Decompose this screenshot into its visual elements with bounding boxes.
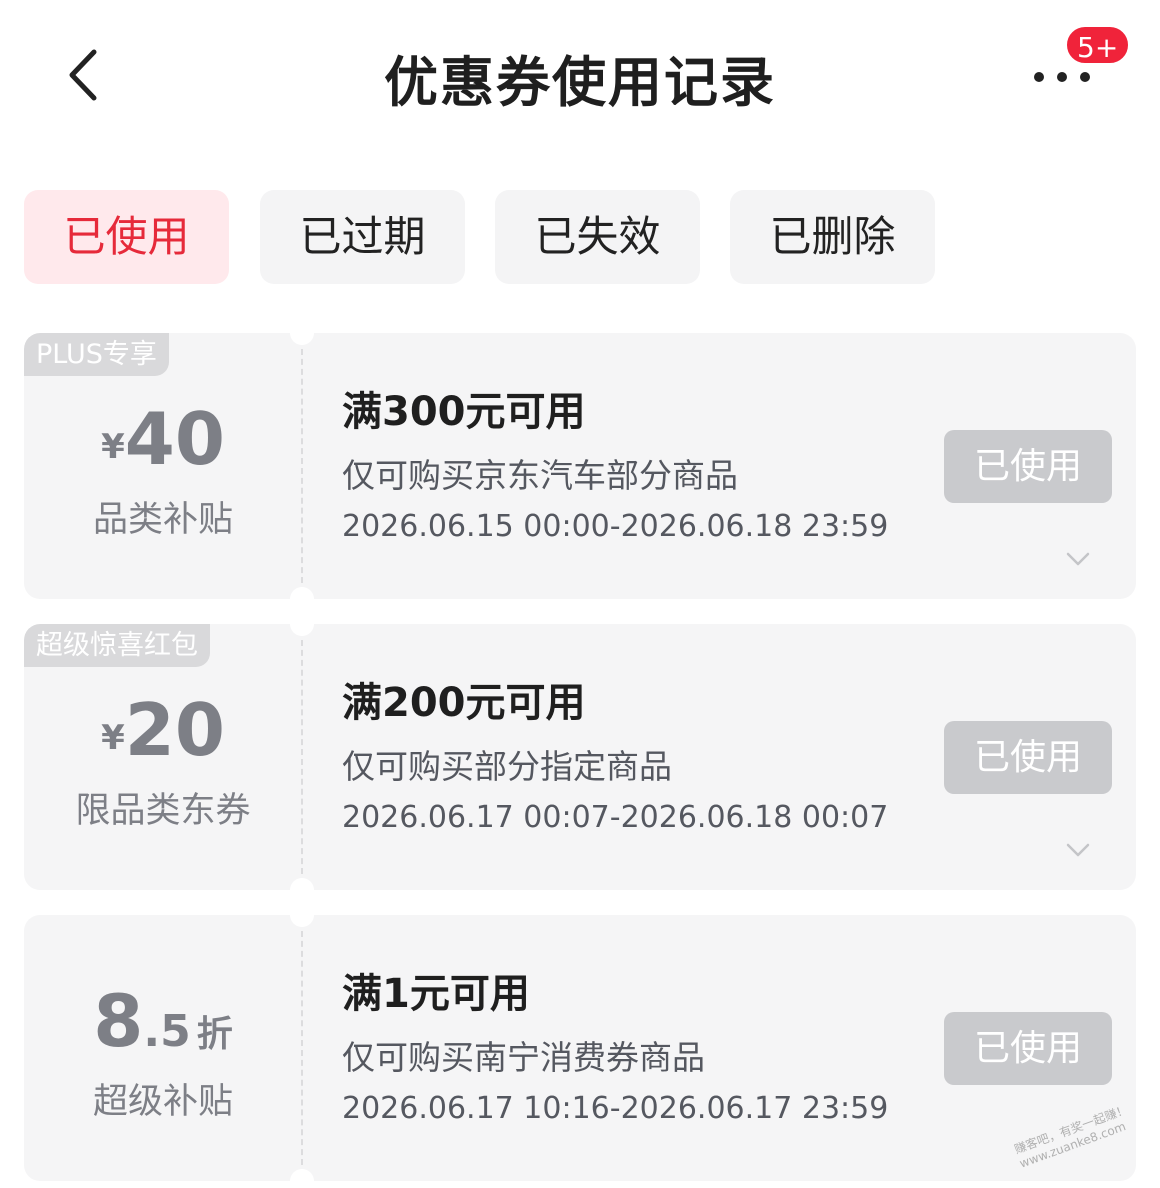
coupon-condition: 满300元可用 <box>342 389 586 435</box>
notch <box>290 624 314 636</box>
coupon-scope: 仅可购买部分指定商品 <box>342 747 672 786</box>
more-dots-icon <box>1034 72 1044 82</box>
coupon-amount: ¥40 <box>24 397 302 481</box>
tab-used[interactable]: 已使用 <box>24 190 229 284</box>
tab-deleted[interactable]: 已删除 <box>730 190 935 284</box>
notch <box>290 1169 314 1181</box>
notification-badge: 5+ <box>1064 24 1132 66</box>
amount-value: 8 <box>93 979 144 1063</box>
used-status-button: 已使用 <box>944 430 1112 503</box>
used-status-button: 已使用 <box>944 1012 1112 1085</box>
discount-unit: 折 <box>196 1014 233 1055</box>
coupon-validity: 2026.06.17 10:16-2026.06.17 23:59 <box>342 1091 889 1126</box>
notch <box>290 333 314 345</box>
more-dots-icon <box>1057 72 1067 82</box>
coupon-amount: ¥20 <box>24 688 302 772</box>
coupon-card[interactable]: 8.5 折 超级补贴 满1元可用 仅可购买南宁消费券商品 2026.06.17 1… <box>24 915 1136 1181</box>
tab-expired[interactable]: 已过期 <box>260 190 465 284</box>
notch <box>290 878 314 890</box>
notch <box>290 587 314 599</box>
coupon-validity: 2026.06.15 00:00-2026.06.18 23:59 <box>342 509 889 544</box>
coupon-tag: PLUS专享 <box>24 333 169 376</box>
coupon-scope: 仅可购买南宁消费券商品 <box>342 1038 705 1077</box>
coupon-validity: 2026.06.17 00:07-2026.06.18 00:07 <box>342 800 889 835</box>
chevron-down-icon[interactable] <box>1064 545 1092 573</box>
used-status-button: 已使用 <box>944 721 1112 794</box>
notch <box>290 915 314 927</box>
currency-symbol: ¥ <box>101 718 125 758</box>
coupon-amount: 8.5 折 <box>24 979 302 1063</box>
coupon-tag: 超级惊喜红包 <box>24 624 210 667</box>
coupon-condition: 满200元可用 <box>342 680 586 726</box>
amount-decimal: .5 <box>143 1006 191 1057</box>
coupon-card[interactable]: 超级惊喜红包 ¥20 限品类东券 满200元可用 仅可购买部分指定商品 2026… <box>24 624 1136 890</box>
more-dots-icon <box>1080 72 1090 82</box>
page-title: 优惠券使用记录 <box>384 51 776 114</box>
coupon-scope: 仅可购买京东汽车部分商品 <box>342 456 738 495</box>
coupon-type: 超级补贴 <box>92 1082 233 1122</box>
header-bar: 优惠券使用记录 5+ <box>0 0 1160 150</box>
amount-value: 20 <box>124 688 225 772</box>
coupon-type: 限品类东券 <box>75 791 251 831</box>
chevron-down-icon[interactable] <box>1064 836 1092 864</box>
amount-value: 40 <box>124 397 225 481</box>
currency-symbol: ¥ <box>101 427 125 467</box>
tab-invalid[interactable]: 已失效 <box>495 190 700 284</box>
coupon-type: 品类补贴 <box>92 500 233 540</box>
coupon-condition: 满1元可用 <box>342 971 530 1017</box>
coupon-card[interactable]: PLUS专享 ¥40 品类补贴 满300元可用 仅可购买京东汽车部分商品 202… <box>24 333 1136 599</box>
